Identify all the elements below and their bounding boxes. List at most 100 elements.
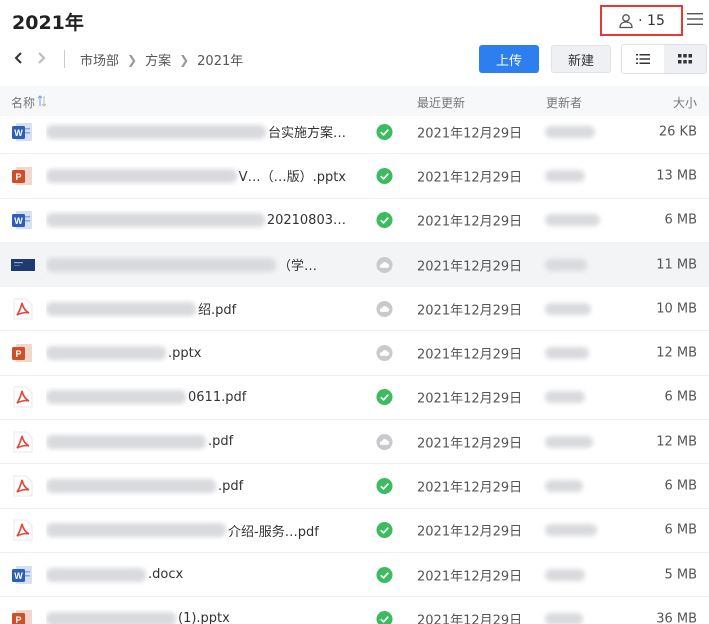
view-toggle [621,44,707,74]
pptx-file-icon: P [11,341,35,365]
modified-date: 2021年12月29日 [417,391,523,407]
file-row[interactable]: 介绍-服务…pdf 2021年12月29日 6 MB [0,509,709,553]
file-row[interactable]: 绍.pdf 2021年12月29日 10 MB [0,287,709,332]
file-name-visible-part: 20210803… [266,212,346,228]
redacted-filename [46,611,176,624]
redacted-filename [46,168,237,183]
menu-icon[interactable] [687,12,703,26]
docx-file-icon: W [11,120,35,144]
breadcrumb-item[interactable]: 市场部 [80,50,119,69]
grid-view-button[interactable] [664,45,706,73]
breadcrumb-item[interactable]: 2021年 [197,50,243,69]
file-row[interactable]: .pdf 2021年12月29日 12 MB [0,420,709,465]
file-name[interactable]: .docx [46,565,346,585]
file-name-visible-part: 0611.pdf [188,389,247,405]
file-row[interactable]: .pdf 2021年12月29日 6 MB [0,464,709,509]
synced-check-icon [376,566,393,583]
svg-text:W: W [14,571,23,581]
members-button[interactable]: · 15 [600,5,683,36]
svg-text:P: P [15,615,21,624]
file-name[interactable]: 20210803… [46,210,346,230]
column-name[interactable]: 名称 [11,94,35,111]
file-name[interactable]: .pdf [46,432,346,452]
file-size: 12 MB [656,345,697,361]
synced-check-icon [376,123,393,140]
updater-name [545,347,589,360]
file-name-visible-part: .pptx [168,345,202,361]
synced-check-icon [376,477,393,495]
file-name-visible-part: 介绍-服务…pdf [228,524,319,540]
synced-check-icon [376,389,393,406]
column-size[interactable]: 大小 [673,94,697,111]
new-button[interactable]: 新建 [551,45,611,73]
file-size: 5 MB [664,567,697,583]
breadcrumb: 市场部 ❯ 方案 ❯ 2021年 [80,50,243,70]
redacted-filename [46,479,216,494]
back-icon[interactable] [12,50,26,66]
breadcrumb-item[interactable]: 方案 [145,50,171,69]
updater-name [545,524,597,537]
file-row[interactable]: W 20210803… 2021年12月29日 6 MB [0,199,709,243]
upload-button[interactable]: 上传 [479,45,539,73]
file-row[interactable]: P .pptx 2021年12月29日 12 MB [0,331,709,376]
pdf-file-icon [11,385,35,409]
synced-check-icon [376,212,393,229]
list-icon [636,54,650,64]
pptx-file-icon: P [11,607,35,624]
file-row[interactable]: P (1).pptx 2021年12月29日 36 MB [0,597,709,624]
grid-icon [678,54,692,64]
modified-date: 2021年12月29日 [417,214,523,230]
file-name[interactable]: (1).pptx [46,609,346,624]
file-row[interactable]: W .docx 2021年12月29日 5 MB [0,553,709,598]
file-name[interactable]: V…（…版）.pptx [46,166,346,186]
list-view-button[interactable] [622,45,664,73]
file-size: 6 MB [664,522,697,538]
updater-name [545,480,583,493]
file-name[interactable]: .pptx [46,343,346,363]
file-name[interactable]: 绍.pdf [46,299,346,319]
pdf-file-icon [11,430,35,454]
svg-text:W: W [14,216,23,226]
pdf-file-icon [11,518,35,542]
file-size: 12 MB [656,434,697,450]
chevron-right-icon: ❯ [127,52,138,67]
file-row[interactable]: 0611.pdf 2021年12月29日 6 MB [0,376,709,421]
file-name[interactable]: 台实施方案… [46,122,346,142]
file-name-visible-part: (1).pptx [178,611,230,624]
file-row[interactable]: W 台实施方案… 2021年12月29日 26 KB [0,110,709,155]
member-count: · 15 [638,12,665,29]
file-list: W 台实施方案… 2021年12月29日 26 KB P V…（…版）.pptx 2021年… [0,110,709,624]
synced-check-icon [376,167,393,184]
column-modified[interactable]: 最近更新 [417,94,465,111]
column-updater[interactable]: 更新者 [546,94,582,111]
file-name[interactable]: 0611.pdf [46,387,346,407]
pptx-file-icon: P [11,164,35,188]
file-name[interactable]: .pdf [46,476,346,496]
cloud-icon [376,256,393,273]
file-row[interactable]: P V…（…版）.pptx 2021年12月29日 13 MB [0,154,709,199]
file-name-visible-part: .pdf [208,434,234,450]
file-name[interactable]: 介绍-服务…pdf [46,520,346,540]
modified-date: 2021年12月29日 [417,126,523,142]
chevron-right-icon: ❯ [179,52,190,67]
file-size: 6 MB [664,212,697,228]
file-name-visible-part: V…（…版）.pptx [238,170,346,186]
redacted-filename [46,523,226,538]
user-icon [619,13,633,28]
updater-name [545,258,587,271]
modified-date: 2021年12月29日 [417,347,523,363]
sort-icon[interactable] [38,95,46,107]
svg-text:W: W [14,128,23,138]
svg-text:P: P [15,172,21,182]
file-name[interactable]: （学… [46,255,346,275]
file-size: 10 MB [656,301,697,317]
image-file-icon [11,253,35,277]
file-row[interactable]: （学… 2021年12月29日 11 MB [0,242,709,288]
updater-name [545,568,585,581]
file-name-visible-part: .pdf [218,478,244,494]
modified-date: 2021年12月29日 [417,480,523,496]
modified-date: 2021年12月29日 [417,303,523,319]
nav-divider [64,50,65,68]
updater-name [545,169,585,182]
forward-icon[interactable] [34,50,48,66]
